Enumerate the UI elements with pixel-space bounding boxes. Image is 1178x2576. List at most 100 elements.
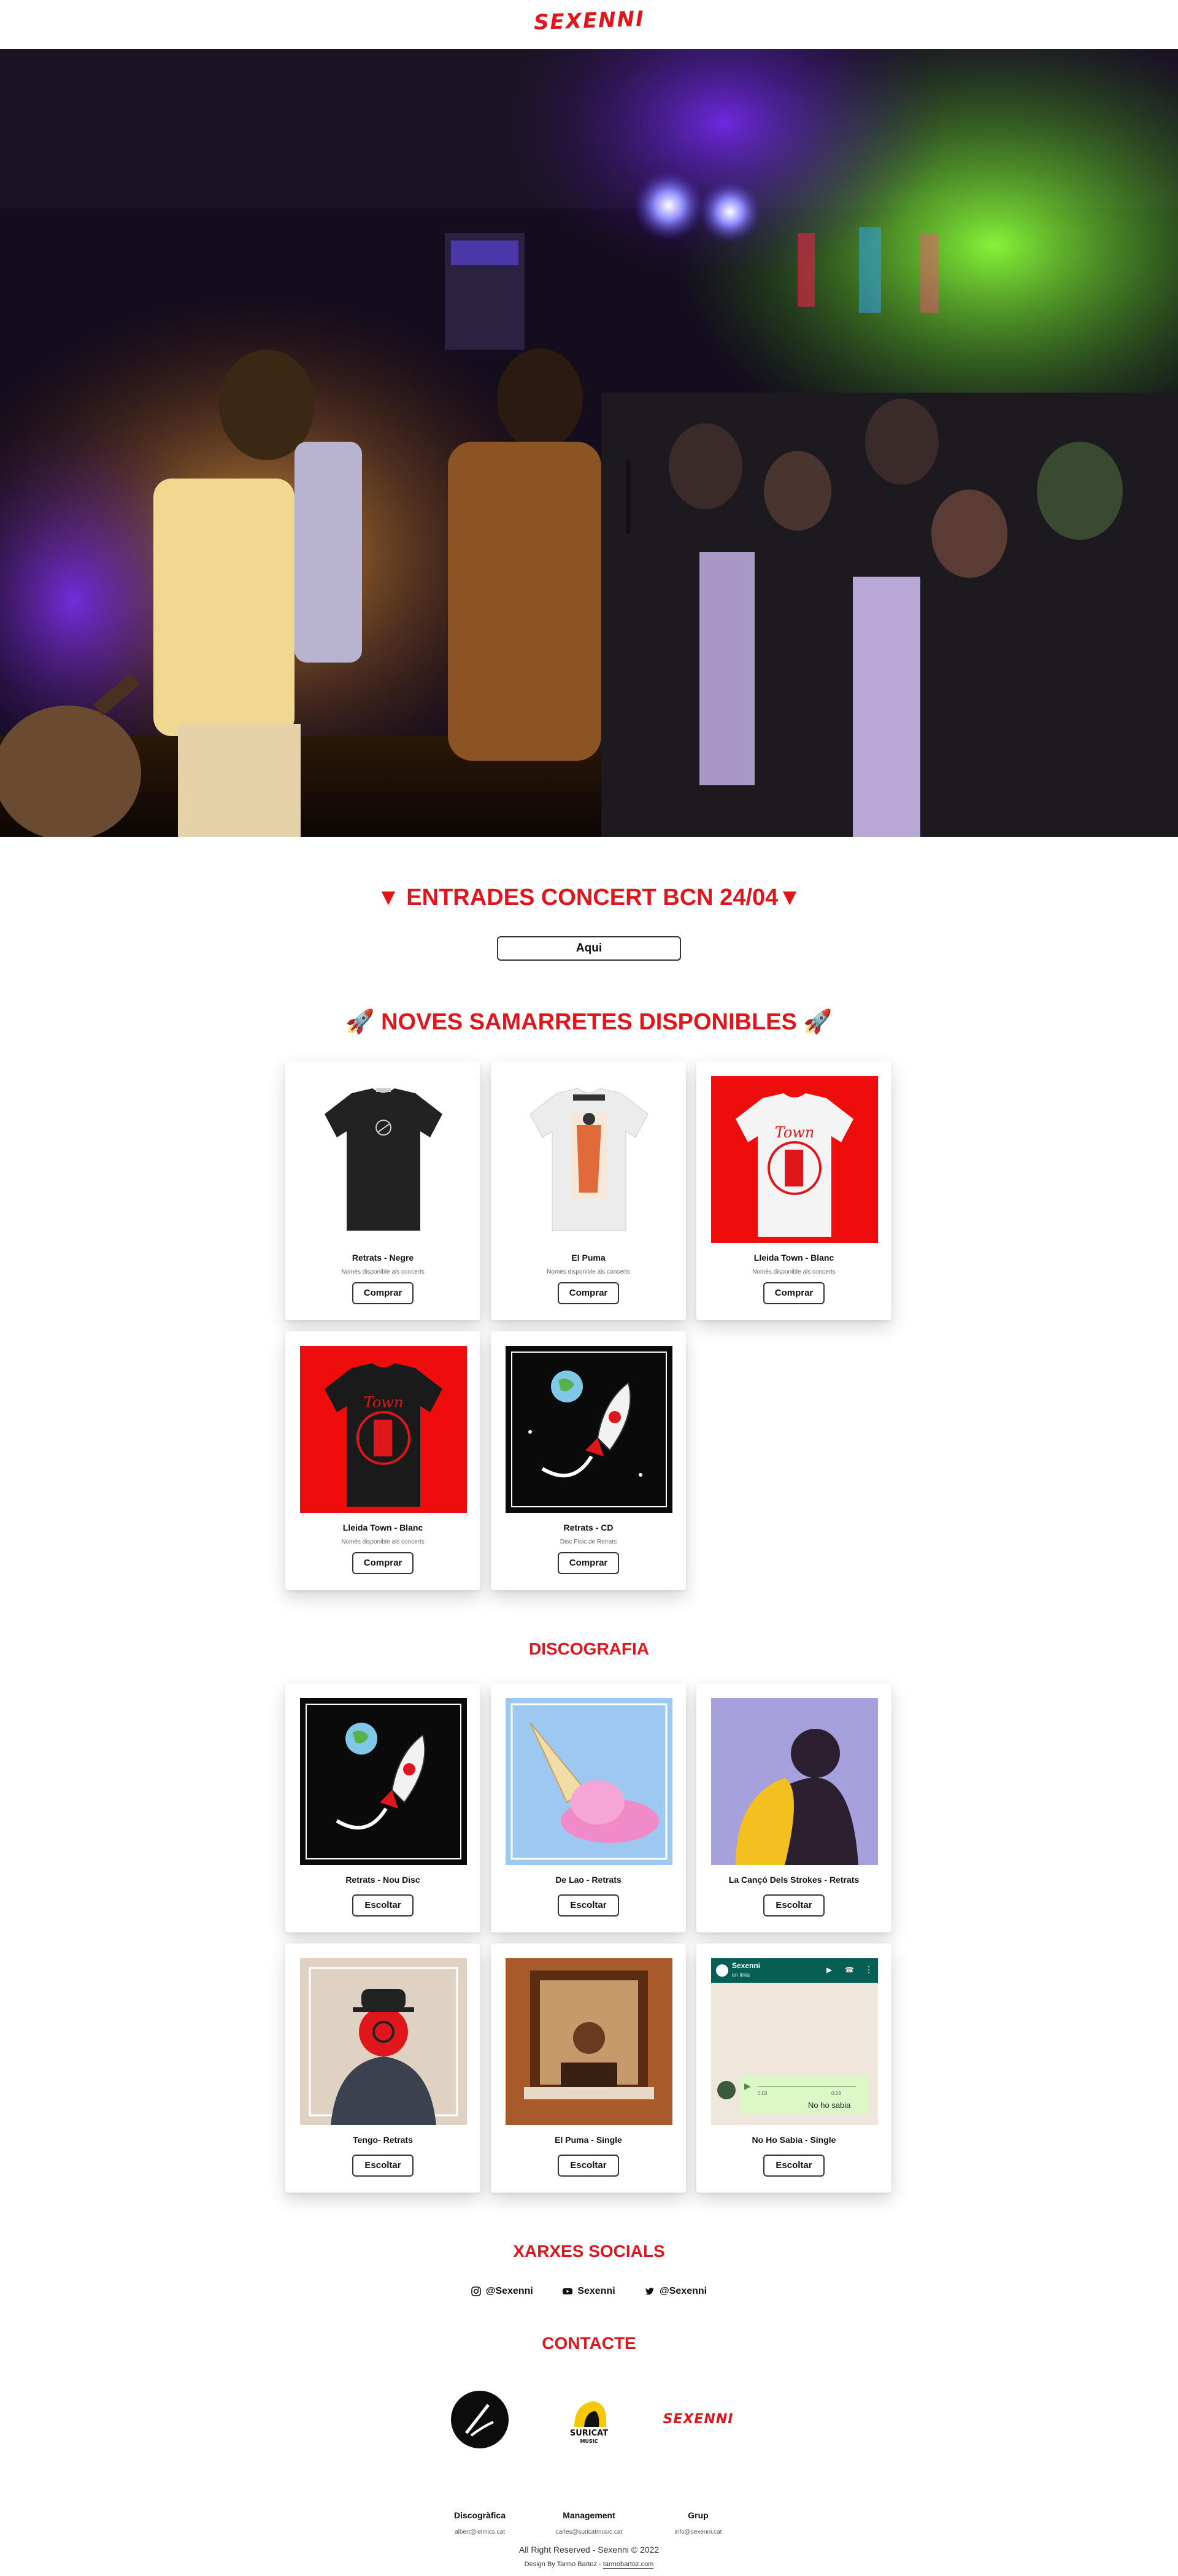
listen-button[interactable]: Escoltar bbox=[558, 1894, 619, 1917]
album-card: De Lao - Retrats Escoltar bbox=[491, 1683, 686, 1932]
product-description: Només disponible als concerts bbox=[341, 1269, 425, 1275]
sexenni-logo-text[interactable]: SEXENNI bbox=[663, 2412, 734, 2427]
buy-button[interactable]: Comprar bbox=[352, 1282, 414, 1304]
twitter-handle[interactable]: @Sexenni bbox=[660, 2286, 707, 2297]
social-links: @Sexenni Sexenni @Sexenni bbox=[0, 2286, 1178, 2304]
merch-title: 🚀 NOVES SAMARRETES DISPONIBLES 🚀 bbox=[345, 1009, 833, 1035]
sexenni-logo[interactable]: SEXENNI bbox=[637, 2390, 760, 2449]
album-cover-de-lao[interactable] bbox=[506, 1698, 672, 1865]
album-name: No Ho Sabia - Single bbox=[752, 2135, 836, 2145]
album-name: Retrats - Nou Disc bbox=[345, 1875, 420, 1885]
contact-role: Grup bbox=[688, 2510, 709, 2520]
buy-button[interactable]: Comprar bbox=[352, 1552, 414, 1574]
whatsapp-contact-name: Sexenni bbox=[732, 1961, 761, 1970]
youtube-icon bbox=[563, 2288, 573, 2294]
listen-button[interactable]: Escoltar bbox=[763, 1894, 825, 1917]
buy-button[interactable]: Comprar bbox=[558, 1552, 619, 1574]
product-card: Retrats - Negre Només disponible als con… bbox=[285, 1061, 480, 1320]
contact-email[interactable]: info@sexenni.cat bbox=[637, 2529, 760, 2536]
buy-button[interactable]: Comprar bbox=[558, 1282, 619, 1304]
product-description: Disc Físic de Retrats bbox=[560, 1539, 617, 1545]
suricat-logo-subtext: MUSIC bbox=[580, 2439, 598, 2444]
product-image-white-tshirt[interactable] bbox=[506, 1076, 672, 1243]
hero-concert-photo bbox=[0, 49, 1178, 837]
listen-button[interactable]: Escoltar bbox=[352, 1894, 414, 1917]
listen-button[interactable]: Escoltar bbox=[558, 2155, 619, 2177]
label-logo[interactable] bbox=[450, 2390, 509, 2449]
album-card: La Cançó Dels Strokes - Retrats Escoltar bbox=[696, 1683, 891, 1932]
svg-text:Town: Town bbox=[775, 1124, 815, 1141]
menu-dots-icon: ⋮ bbox=[864, 1964, 873, 1974]
suricat-logo[interactable]: SURICAT MUSIC bbox=[560, 2390, 618, 2449]
socials-title: XARXES SOCIALS bbox=[513, 2242, 665, 2261]
product-card: Town Lleida Town - Blanc Només disponibl… bbox=[285, 1331, 480, 1590]
contact-band: SEXENNI Grup info@sexenni.cat bbox=[637, 2390, 760, 2536]
phone-icon: ☎ bbox=[845, 1966, 854, 1974]
footer-rights: All Right Reserved - Sexenni © 2022 bbox=[518, 2545, 660, 2555]
youtube-link[interactable]: Sexenni bbox=[563, 2286, 615, 2297]
product-image-retrats-cd[interactable] bbox=[506, 1346, 672, 1513]
svg-text:Town: Town bbox=[364, 1394, 404, 1411]
product-description: Només disponible als concerts bbox=[752, 1269, 836, 1275]
footer-credit-prefix: Design By Tarmo Bartoz - bbox=[524, 2561, 603, 2568]
youtube-handle[interactable]: Sexenni bbox=[577, 2286, 615, 2297]
instagram-handle[interactable]: @Sexenni bbox=[486, 2286, 533, 2297]
product-card: Retrats - CD Disc Físic de Retrats Compr… bbox=[491, 1331, 686, 1590]
contact-label: Discogràfica albert@ielmics.cat bbox=[418, 2390, 541, 2536]
listen-button[interactable]: Escoltar bbox=[763, 2155, 825, 2177]
product-image-lleida-town-black[interactable]: Town bbox=[300, 1346, 467, 1513]
product-description: Només disponible als concerts bbox=[341, 1539, 425, 1545]
album-cover-strokes[interactable] bbox=[711, 1698, 878, 1865]
twitter-link[interactable]: @Sexenni bbox=[645, 2286, 707, 2297]
whatsapp-header: Sexenni en línia ▶ ☎ ⋮ bbox=[711, 1958, 878, 1983]
buy-button[interactable]: Comprar bbox=[763, 1282, 825, 1304]
play-icon: ▶ bbox=[744, 2081, 751, 2091]
suricat-logo-text: SURICAT bbox=[570, 2429, 608, 2438]
album-card: El Puma - Single Escoltar bbox=[491, 1944, 686, 2193]
designer-link[interactable]: tarmobartoz.com bbox=[602, 2561, 654, 2569]
contact-title: CONTACTE bbox=[542, 2334, 636, 2353]
instagram-icon bbox=[471, 2286, 481, 2296]
album-cover-retrats[interactable] bbox=[300, 1698, 467, 1865]
contact-avatar bbox=[716, 1964, 728, 1977]
whatsapp-status: en línia bbox=[732, 1972, 750, 1978]
album-card: Retrats - Nou Disc Escoltar bbox=[285, 1683, 480, 1932]
album-name: De Lao - Retrats bbox=[555, 1875, 622, 1885]
contact-role: Management bbox=[563, 2510, 615, 2520]
album-name: El Puma - Single bbox=[555, 2135, 622, 2145]
album-cover-no-ho-sabia[interactable]: Sexenni en línia ▶ ☎ ⋮ ▶ 0:03 0:23 No ho… bbox=[711, 1958, 878, 2125]
audio-progress bbox=[758, 2086, 856, 2087]
sender-avatar bbox=[717, 2081, 736, 2099]
product-name: El Puma bbox=[571, 1253, 606, 1263]
contact-email[interactable]: albert@ielmics.cat bbox=[418, 2529, 541, 2536]
album-card: Sexenni en línia ▶ ☎ ⋮ ▶ 0:03 0:23 No ho… bbox=[696, 1944, 891, 2193]
instagram-link[interactable]: @Sexenni bbox=[471, 2286, 533, 2297]
footer-credit: Design By Tarmo Bartoz - tarmobartoz.com bbox=[0, 2561, 1178, 2569]
twitter-icon bbox=[645, 2288, 655, 2295]
video-call-icon: ▶ bbox=[826, 1966, 833, 1974]
listen-button[interactable]: Escoltar bbox=[352, 2155, 414, 2177]
tickets-button[interactable]: Aqui bbox=[497, 936, 681, 961]
message-text: No ho sabia bbox=[808, 2101, 851, 2110]
product-name: Retrats - CD bbox=[563, 1523, 614, 1532]
contact-email[interactable]: carles@suricatmusic.cat bbox=[528, 2529, 650, 2536]
product-image-black-tshirt[interactable] bbox=[300, 1076, 467, 1243]
album-cover-tengo[interactable] bbox=[300, 1958, 467, 2125]
album-name: Tengo- Retrats bbox=[353, 2135, 413, 2145]
audio-time: 0:03 bbox=[758, 2091, 768, 2096]
product-card: Town Lleida Town - Blanc Només disponibl… bbox=[696, 1061, 891, 1320]
album-cover-el-puma[interactable] bbox=[506, 1958, 672, 2125]
voice-message-bubble: ▶ 0:03 0:23 No ho sabia bbox=[717, 2076, 868, 2114]
product-image-lleida-town-white[interactable]: Town bbox=[711, 1076, 878, 1243]
album-card: Tengo- Retrats Escoltar bbox=[285, 1944, 480, 2193]
site-logo-text[interactable]: SEXENNI bbox=[533, 7, 645, 35]
album-name: La Cançó Dels Strokes - Retrats bbox=[728, 1875, 860, 1885]
contact-management: SURICAT MUSIC Management carles@suricatm… bbox=[528, 2390, 650, 2536]
site-logo[interactable]: SEXENNI bbox=[0, 7, 1178, 35]
message-time: 0:23 bbox=[831, 2091, 841, 2096]
concert-tickets-title: ▼ ENTRADES CONCERT BCN 24/04▼ bbox=[377, 885, 801, 910]
product-description: Només disponible als concerts bbox=[547, 1269, 630, 1275]
discography-title: DISCOGRAFIA bbox=[529, 1639, 649, 1658]
product-name: Lleida Town - Blanc bbox=[753, 1253, 834, 1263]
product-name: Lleida Town - Blanc bbox=[342, 1523, 423, 1532]
